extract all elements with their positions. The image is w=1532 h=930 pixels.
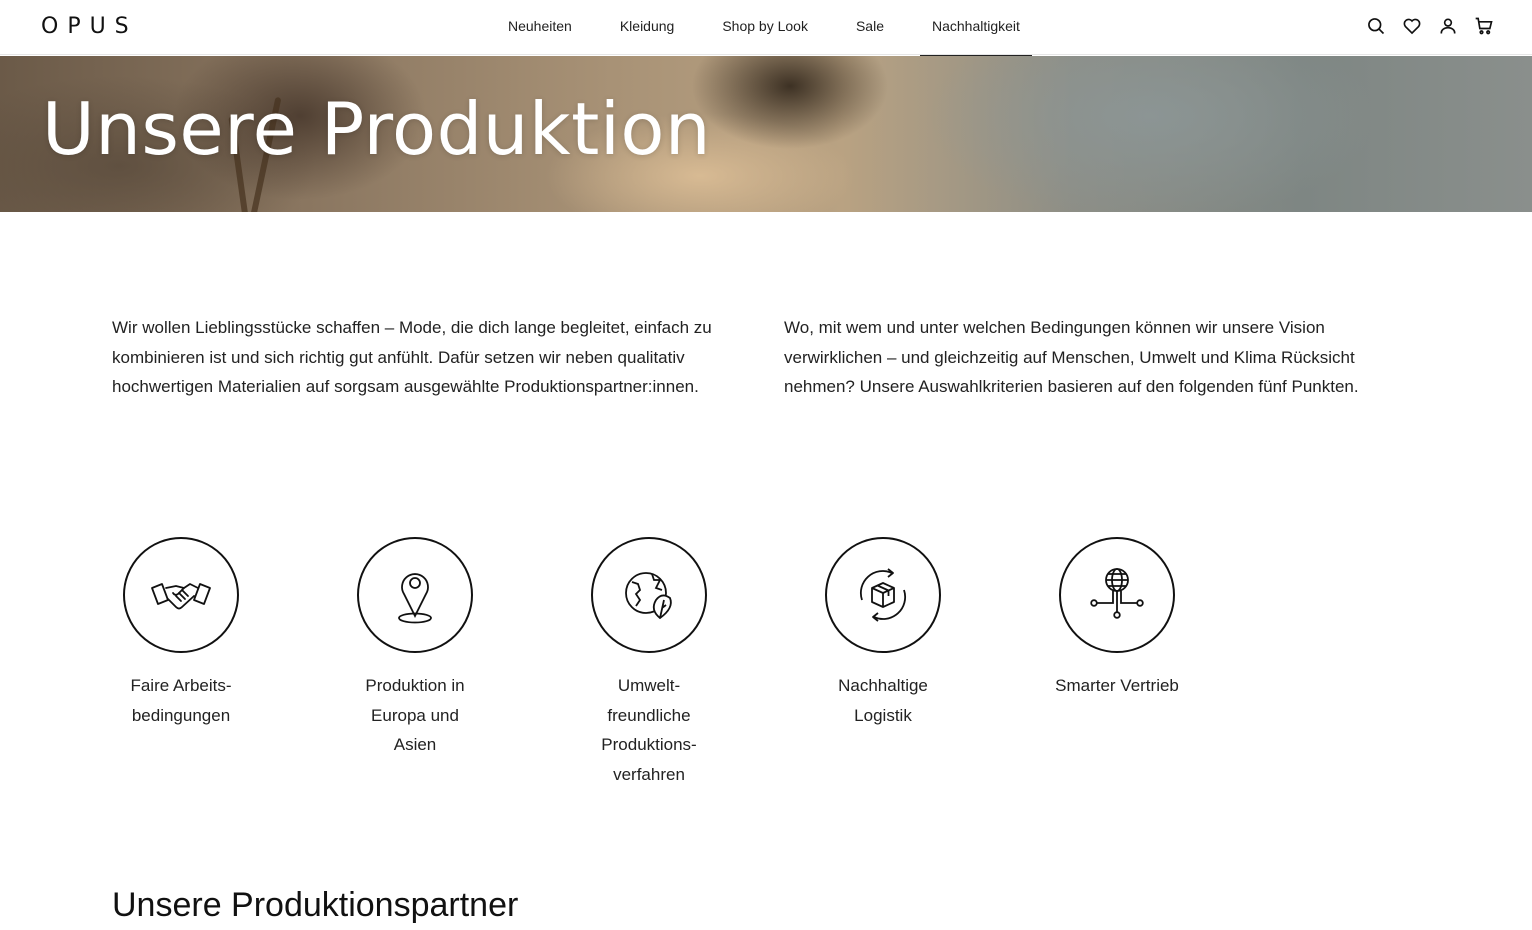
feature-label: Produktion in Europa und Asien: [365, 676, 465, 754]
feature-fair-work: Faire Arbeits- bedingungen: [64, 537, 298, 730]
feature-label: Umwelt- freundliche Produktions- verfahr…: [601, 676, 697, 784]
hero-banner: Unsere Produktion: [0, 56, 1532, 212]
globe-leaf-icon: [591, 537, 707, 653]
feature-label: Nachhaltige Logistik: [838, 676, 928, 725]
heart-icon[interactable]: [1402, 14, 1422, 38]
intro-text-left: Wir wollen Lieblingsstücke schaffen – Mo…: [112, 318, 712, 396]
user-icon[interactable]: [1438, 14, 1458, 38]
feature-production-location: Produktion in Europa und Asien: [298, 537, 532, 760]
nav-item-neuheiten[interactable]: Neuheiten: [496, 0, 584, 55]
brand-logo[interactable]: OPUS: [41, 14, 138, 40]
nav-item-sale[interactable]: Sale: [844, 0, 896, 55]
nav-item-shop-by-look[interactable]: Shop by Look: [710, 0, 820, 55]
section-title: Unsere Produktionspartner: [112, 886, 519, 924]
header-actions: [1366, 14, 1494, 38]
feature-label: Smarter Vertrieb: [1055, 676, 1179, 695]
intro-text-right: Wo, mit wem und unter welchen Bedingunge…: [784, 318, 1359, 396]
search-icon[interactable]: [1366, 14, 1386, 38]
feature-logistics: Nachhaltige Logistik: [766, 537, 1000, 730]
handshake-icon: [123, 537, 239, 653]
site-header: OPUS Neuheiten Kleidung Shop by Look Sal…: [0, 0, 1532, 56]
page-title: Unsere Produktion: [42, 87, 712, 171]
main-nav: Neuheiten Kleidung Shop by Look Sale Nac…: [496, 0, 1056, 56]
cart-icon[interactable]: [1474, 14, 1494, 38]
nav-item-kleidung[interactable]: Kleidung: [608, 0, 687, 55]
nav-item-nachhaltigkeit[interactable]: Nachhaltigkeit: [919, 0, 1032, 56]
globe-network-icon: [1059, 537, 1175, 653]
feature-label: Faire Arbeits- bedingungen: [130, 676, 232, 725]
feature-smart-distribution: Smarter Vertrieb: [1000, 537, 1234, 701]
location-pin-icon: [357, 537, 473, 653]
feature-eco-production: Umwelt- freundliche Produktions- verfahr…: [532, 537, 766, 789]
box-recycle-icon: [825, 537, 941, 653]
